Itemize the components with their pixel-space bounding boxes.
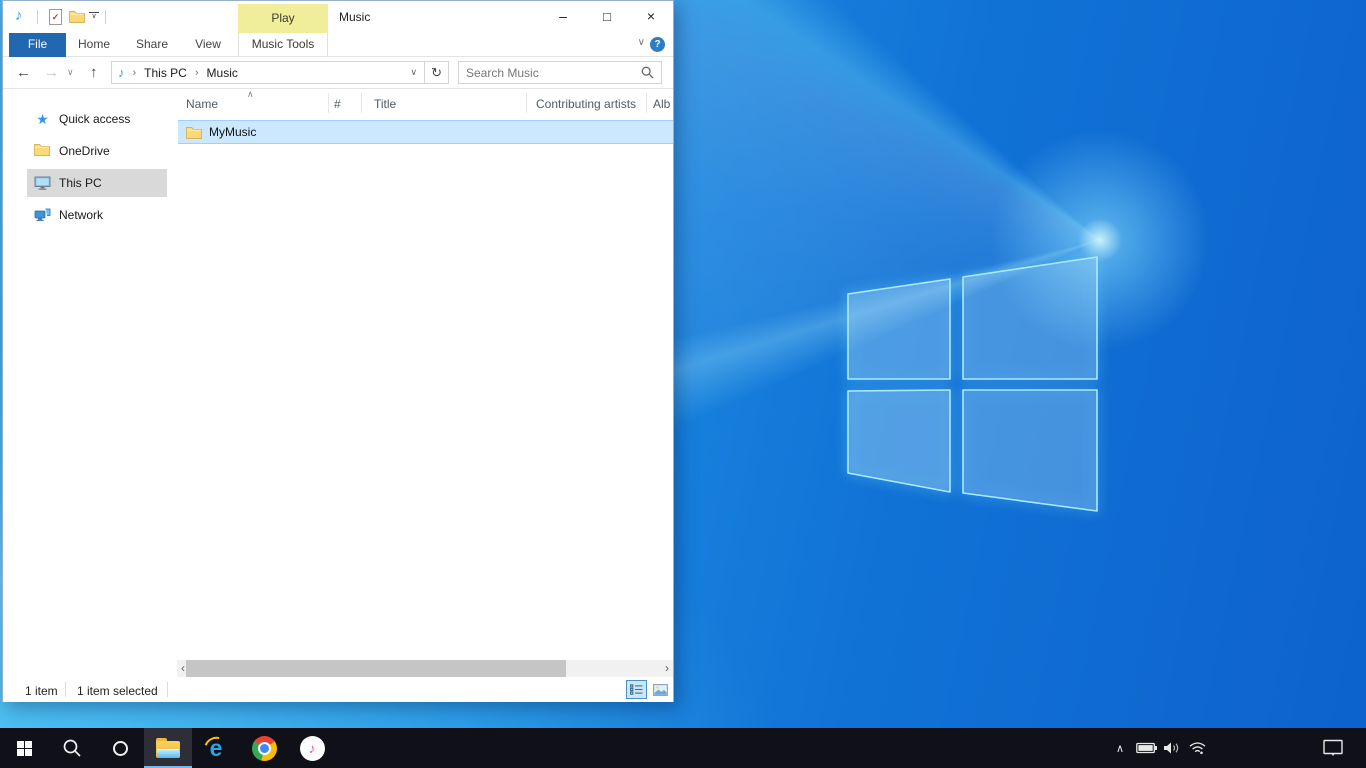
search-box [458, 61, 662, 84]
sidebar-item-this-pc[interactable]: This PC [3, 169, 169, 197]
start-button[interactable] [0, 728, 48, 768]
column-divider[interactable] [526, 93, 527, 113]
sidebar-item-label: This PC [59, 176, 102, 190]
column-header-album[interactable]: Alb [653, 97, 670, 111]
itunes-icon: ♪ [300, 736, 325, 761]
column-header-number[interactable]: # [334, 97, 341, 111]
sidebar-item-quick-access[interactable]: ★ Quick access [3, 105, 169, 133]
action-center-icon[interactable] [1316, 728, 1350, 768]
column-divider[interactable] [328, 93, 329, 113]
address-dropdown-icon[interactable]: ∨ [404, 67, 425, 78]
navigation-bar: ← → ∨ ↑ ♪ › This PC › Music ∨ ↻ [3, 57, 673, 89]
sidebar-item-onedrive[interactable]: OneDrive [3, 137, 169, 165]
music-note-icon: ♪ [118, 65, 125, 80]
windows-logo [820, 230, 1120, 530]
tab-view[interactable]: View [181, 33, 235, 57]
column-headers: ∧ Name # Title Contributing artists Alb [177, 89, 673, 117]
sidebar-item-network[interactable]: Network [3, 201, 169, 229]
new-folder-icon[interactable] [69, 10, 85, 23]
screen: ♪ ✓ ∨ Play Music – □ × File Home Sha [0, 0, 1366, 768]
caption-buttons: – □ × [541, 1, 673, 31]
search-icon [62, 738, 82, 758]
ribbon-tab-row: File Home Share View Music Tools ∨ ? [3, 33, 673, 57]
monitor-icon [34, 175, 51, 191]
sidebar-item-label: Network [59, 208, 103, 222]
column-divider[interactable] [361, 93, 362, 113]
explorer-window: ♪ ✓ ∨ Play Music – □ × File Home Sha [2, 0, 674, 702]
folder-icon [186, 126, 202, 139]
taskbar: e ♪ ∧ [0, 728, 1366, 768]
breadcrumb-separator: › [133, 67, 137, 79]
file-list-pane: ∧ Name # Title Contributing artists Alb [177, 89, 673, 660]
history-dropdown-icon[interactable]: ∨ [67, 67, 74, 78]
internet-explorer-button[interactable]: e [192, 728, 240, 768]
address-bar-right: ∨ ↻ [404, 62, 449, 83]
item-count: 1 item [25, 684, 58, 698]
titlebar: ♪ ✓ ∨ Play Music – □ × [3, 1, 673, 33]
column-header-title[interactable]: Title [374, 97, 396, 111]
chrome-icon [252, 736, 277, 761]
divider [105, 10, 106, 24]
search-icon[interactable] [641, 66, 654, 79]
contextual-tab-group-play[interactable]: Play [238, 4, 328, 33]
tab-share[interactable]: Share [123, 33, 181, 57]
divider [167, 682, 168, 697]
sidebar-item-label: OneDrive [59, 144, 110, 158]
window-title: Music [339, 10, 370, 24]
tab-file[interactable]: File [9, 33, 66, 57]
divider [65, 682, 66, 697]
details-view-button[interactable] [626, 680, 647, 699]
breadcrumb-this-pc[interactable]: This PC [144, 66, 187, 80]
status-bar: 1 item 1 item selected [3, 677, 673, 702]
scrollbar-thumb[interactable] [186, 660, 566, 677]
selection-count: 1 item selected [77, 684, 158, 698]
close-button[interactable]: × [629, 1, 673, 31]
help-icon[interactable]: ? [650, 37, 665, 52]
refresh-icon[interactable]: ↻ [424, 62, 448, 83]
forward-button[interactable]: → [44, 64, 59, 81]
sidebar-item-label: Quick access [59, 112, 130, 126]
column-header-name[interactable]: Name [186, 97, 218, 111]
minimize-button[interactable]: – [541, 1, 585, 31]
maximize-button[interactable]: □ [585, 1, 629, 31]
large-icons-view-button[interactable] [650, 680, 671, 699]
file-explorer-taskbar-button[interactable] [144, 728, 192, 768]
horizontal-scrollbar[interactable]: ‹ › [177, 660, 673, 677]
pin-star-icon: ★ [34, 111, 51, 127]
cortana-circle-icon [113, 741, 128, 756]
chevron-down-icon[interactable]: ∨ [638, 37, 645, 48]
up-button[interactable]: ↑ [90, 64, 98, 81]
address-bar[interactable]: ♪ › This PC › Music ∨ ↻ [111, 61, 449, 84]
properties-icon[interactable]: ✓ [49, 9, 62, 25]
itunes-button[interactable]: ♪ [288, 728, 336, 768]
show-hidden-icons-button[interactable]: ∧ [1110, 728, 1130, 768]
file-explorer-icon [155, 738, 181, 759]
taskbar-search-button[interactable] [48, 728, 96, 768]
sort-ascending-icon: ∧ [247, 89, 254, 100]
file-row-mymusic[interactable]: MyMusic [178, 120, 673, 144]
internet-explorer-icon: e [203, 735, 229, 761]
scroll-right-icon[interactable]: › [661, 660, 673, 677]
tab-music-tools[interactable]: Music Tools [238, 33, 328, 57]
navigation-pane: ★ Quick access OneDrive [3, 89, 169, 660]
back-button[interactable]: ← [16, 64, 31, 81]
music-note-icon: ♪ [15, 7, 23, 24]
column-divider[interactable] [646, 93, 647, 113]
folder-icon [34, 143, 51, 159]
file-name: MyMusic [209, 125, 256, 139]
windows-logo-icon [17, 741, 32, 756]
battery-icon[interactable] [1134, 728, 1160, 768]
breadcrumb-music[interactable]: Music [207, 66, 238, 80]
customize-quick-access-icon[interactable]: ∨ [89, 12, 99, 21]
chrome-button[interactable] [240, 728, 288, 768]
search-input[interactable] [466, 66, 641, 80]
volume-icon[interactable] [1160, 728, 1184, 768]
column-header-contributing-artists[interactable]: Contributing artists [536, 97, 636, 111]
divider [37, 10, 38, 24]
breadcrumb-separator: › [195, 67, 199, 79]
network-icon [34, 207, 51, 223]
cortana-button[interactable] [96, 728, 144, 768]
wifi-icon[interactable] [1184, 728, 1210, 768]
tab-home[interactable]: Home [67, 33, 121, 57]
